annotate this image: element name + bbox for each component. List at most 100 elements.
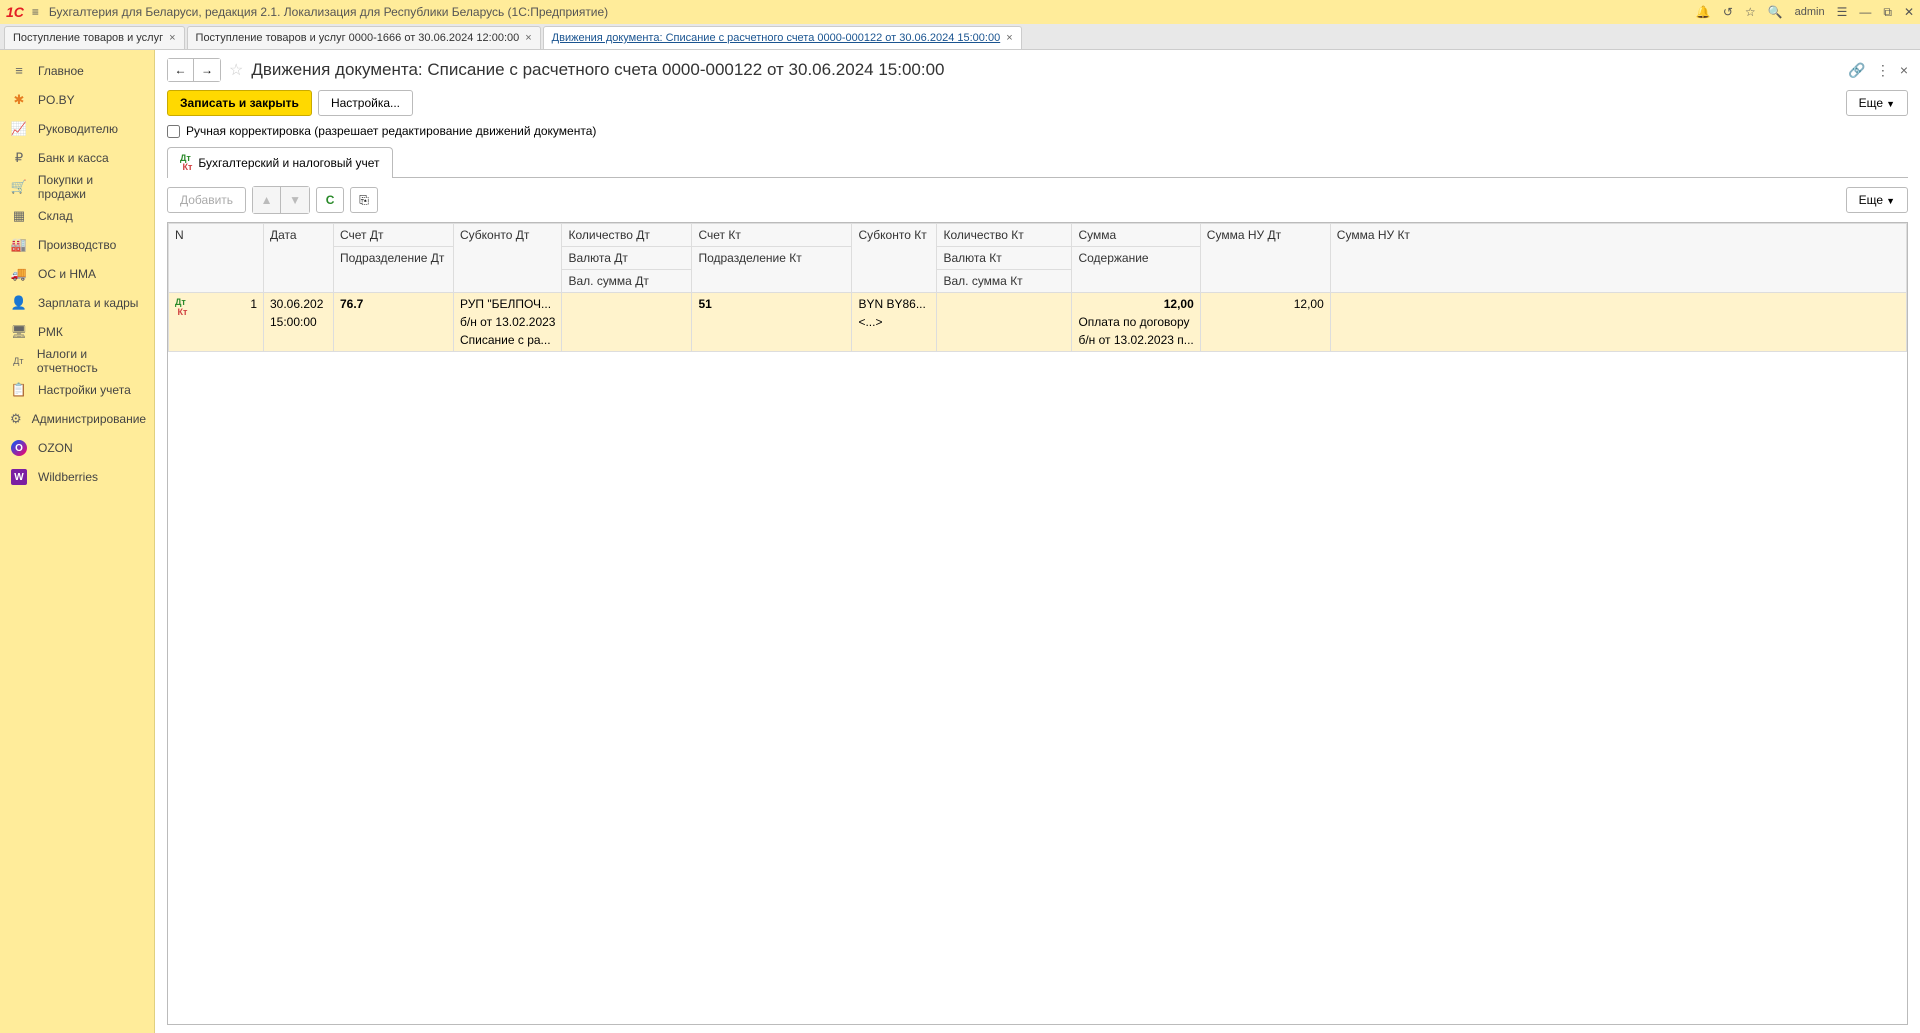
titlebar-right: 🔔 ↺ ☆ 🔍 admin ☰ — ⧉ ✕ bbox=[1696, 5, 1914, 20]
th-n[interactable]: N bbox=[169, 224, 264, 293]
th-currency-kt[interactable]: Валюта Кт bbox=[937, 247, 1072, 270]
sidebar-item-warehouse[interactable]: ▦Склад bbox=[0, 201, 154, 230]
currency-icon: ₽ bbox=[10, 150, 28, 166]
add-button[interactable]: Добавить bbox=[167, 187, 246, 213]
sidebar-item-poby[interactable]: ✱PO.BY bbox=[0, 85, 154, 114]
th-sum-nu-kt[interactable]: Сумма НУ Кт bbox=[1330, 224, 1906, 293]
tab-label: Движения документа: Списание с расчетног… bbox=[552, 32, 1001, 44]
page-title: Движения документа: Списание с расчетног… bbox=[251, 60, 1848, 80]
th-subkonto-dt[interactable]: Субконто Дт bbox=[454, 224, 562, 293]
minimize-icon[interactable]: — bbox=[1859, 5, 1871, 19]
th-qty-kt[interactable]: Количество Кт bbox=[937, 224, 1072, 247]
entries-table: N Дата Счет Дт Субконто Дт Количество Дт… bbox=[168, 223, 1907, 352]
sidebar-item-main[interactable]: ≡Главное bbox=[0, 56, 154, 85]
close-icon[interactable]: × bbox=[169, 32, 175, 44]
close-icon[interactable]: × bbox=[525, 32, 531, 44]
titlebar: 1C ≡ Бухгалтерия для Беларуси, редакция … bbox=[0, 0, 1920, 24]
favorite-star-icon[interactable]: ☆ bbox=[229, 60, 243, 80]
content-area: ← → ☆ Движения документа: Списание с рас… bbox=[155, 50, 1920, 1033]
th-qty-dt[interactable]: Количество Дт bbox=[562, 224, 692, 247]
sidebar-item-label: Покупки и продажи bbox=[38, 173, 144, 201]
th-sum[interactable]: Сумма bbox=[1072, 224, 1200, 247]
sidebar-item-admin[interactable]: ⚙ Администрирование bbox=[0, 404, 154, 433]
user-label[interactable]: admin bbox=[1795, 6, 1825, 18]
search-icon[interactable]: 🔍 bbox=[1768, 5, 1783, 19]
nav-buttons: ← → bbox=[167, 58, 221, 82]
cell-subkonto-dt: РУП "БЕЛПОЧ... б/н от 13.02.2023 Списани… bbox=[454, 293, 562, 352]
settings-lines-icon[interactable]: ☰ bbox=[1837, 5, 1848, 19]
inner-tab-label: Бухгалтерский и налоговый учет bbox=[198, 156, 379, 170]
cell-qty-dt bbox=[562, 293, 692, 352]
tab-label: Поступление товаров и услуг 0000-1666 от… bbox=[196, 32, 520, 44]
sidebar-item-label: Настройки учета bbox=[38, 383, 131, 397]
cell-sum-nu-dt: 12,00 bbox=[1200, 293, 1330, 352]
restore-icon[interactable]: ⧉ bbox=[1883, 5, 1892, 20]
ozon-icon: O bbox=[10, 439, 28, 457]
cell-sum: 12,00 Оплата по договору б/н от 13.02.20… bbox=[1072, 293, 1200, 352]
sidebar: ≡Главное ✱PO.BY 📈Руководителю ₽Банк и ка… bbox=[0, 50, 155, 1033]
sidebar-item-rmk[interactable]: 🖥РМК bbox=[0, 317, 154, 346]
sidebar-item-label: Администрирование bbox=[32, 412, 146, 426]
sidebar-item-taxes[interactable]: ДтНалоги и отчетность bbox=[0, 346, 154, 375]
th-val-sum-kt[interactable]: Вал. сумма Кт bbox=[937, 270, 1072, 293]
close-window-icon[interactable]: ✕ bbox=[1904, 5, 1914, 19]
bell-icon[interactable]: 🔔 bbox=[1696, 5, 1711, 19]
sidebar-item-label: Wildberries bbox=[38, 470, 98, 484]
star-burst-icon: ✱ bbox=[10, 92, 28, 108]
link-icon[interactable]: 🔗 bbox=[1848, 62, 1865, 79]
save-close-button[interactable]: Записать и закрыть bbox=[167, 90, 312, 116]
sidebar-item-assets[interactable]: 🚚ОС и НМА bbox=[0, 259, 154, 288]
th-acct-kt[interactable]: Счет Кт bbox=[692, 224, 852, 247]
move-up-button[interactable]: ▲ bbox=[253, 187, 281, 213]
th-date[interactable]: Дата bbox=[264, 224, 334, 293]
tab-1[interactable]: Поступление товаров и услуг × bbox=[4, 26, 185, 49]
kebab-icon[interactable]: ⋮ bbox=[1876, 62, 1890, 79]
tab-label: Поступление товаров и услуг bbox=[13, 32, 163, 44]
sidebar-item-production[interactable]: 🏭Производство bbox=[0, 230, 154, 259]
more-button[interactable]: Еще▼ bbox=[1846, 90, 1908, 116]
close-icon[interactable]: × bbox=[1900, 62, 1908, 78]
nav-back-button[interactable]: ← bbox=[168, 59, 194, 81]
th-val-sum-dt[interactable]: Вал. сумма Дт bbox=[562, 270, 692, 293]
tab-3[interactable]: Движения документа: Списание с расчетног… bbox=[543, 26, 1022, 49]
th-subkonto-kt[interactable]: Субконто Кт bbox=[852, 224, 937, 293]
star-icon[interactable]: ☆ bbox=[1745, 5, 1756, 19]
move-down-button[interactable]: ▼ bbox=[281, 187, 309, 213]
history-icon[interactable]: ↺ bbox=[1723, 5, 1733, 19]
refresh-button[interactable]: C bbox=[316, 187, 344, 213]
sidebar-item-wildberries[interactable]: W Wildberries bbox=[0, 462, 154, 491]
manual-correction-row: Ручная корректировка (разрешает редактир… bbox=[167, 124, 1908, 138]
tab-2[interactable]: Поступление товаров и услуг 0000-1666 от… bbox=[187, 26, 541, 49]
table-row[interactable]: Дт Кт 1 30.06.202 15:00:00 76.7 bbox=[169, 293, 1907, 352]
close-icon[interactable]: × bbox=[1006, 32, 1012, 44]
toolbar: Записать и закрыть Настройка... Еще▼ bbox=[167, 90, 1908, 116]
export-button[interactable]: ⎘ bbox=[350, 187, 378, 213]
th-acct-dt[interactable]: Счет Дт bbox=[334, 224, 454, 247]
sidebar-item-label: Производство bbox=[38, 238, 116, 252]
dtkt-icon: Дт Кт bbox=[175, 297, 187, 317]
monitor-icon: 🖥 bbox=[10, 324, 28, 340]
th-div-kt[interactable]: Подразделение Кт bbox=[692, 247, 852, 293]
table-wrapper[interactable]: N Дата Счет Дт Субконто Дт Количество Дт… bbox=[167, 222, 1908, 1025]
sidebar-item-purchase[interactable]: 🛒Покупки и продажи bbox=[0, 172, 154, 201]
th-div-dt[interactable]: Подразделение Дт bbox=[334, 247, 454, 293]
sidebar-item-bank[interactable]: ₽Банк и касса bbox=[0, 143, 154, 172]
gear-icon: ⚙ bbox=[10, 411, 22, 427]
th-sum-nu-dt[interactable]: Сумма НУ Дт bbox=[1200, 224, 1330, 293]
tab-accounting[interactable]: Дт Кт Бухгалтерский и налоговый учет bbox=[167, 147, 393, 178]
menu-icon[interactable]: ≡ bbox=[32, 5, 39, 19]
nav-forward-button[interactable]: → bbox=[194, 59, 220, 81]
settings-button[interactable]: Настройка... bbox=[318, 90, 413, 116]
dtkt-icon: Дт bbox=[10, 356, 27, 366]
sidebar-item-ozon[interactable]: OOZON bbox=[0, 433, 154, 462]
table-more-button[interactable]: Еще▼ bbox=[1846, 187, 1908, 213]
th-currency-dt[interactable]: Валюта Дт bbox=[562, 247, 692, 270]
refresh-icon: C bbox=[326, 193, 335, 207]
chart-icon: 📈 bbox=[10, 121, 28, 137]
th-content[interactable]: Содержание bbox=[1072, 247, 1200, 293]
sidebar-item-settings[interactable]: 📋Настройки учета bbox=[0, 375, 154, 404]
sidebar-item-salary[interactable]: 👤Зарплата и кадры bbox=[0, 288, 154, 317]
manual-correction-checkbox[interactable] bbox=[167, 125, 180, 138]
wb-icon: W bbox=[10, 468, 28, 486]
sidebar-item-manager[interactable]: 📈Руководителю bbox=[0, 114, 154, 143]
